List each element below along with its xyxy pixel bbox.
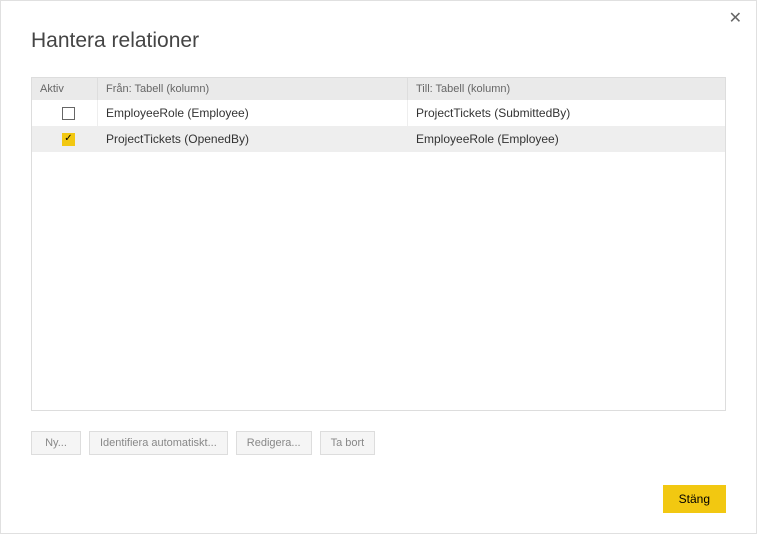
table-body: EmployeeRole (Employee)ProjectTickets (S… [32, 100, 725, 410]
header-active: Aktiv [32, 78, 98, 100]
cell-from: ProjectTickets (OpenedBy) [98, 126, 408, 152]
active-checkbox[interactable]: ✓ [62, 133, 75, 146]
close-button[interactable]: Stäng [663, 485, 726, 513]
cell-active: ✓ [32, 126, 98, 152]
cell-from: EmployeeRole (Employee) [98, 100, 408, 126]
action-buttons: Ny... Identifiera automatiskt... Rediger… [31, 431, 726, 455]
dialog-footer: Stäng [31, 485, 726, 513]
cell-to: ProjectTickets (SubmittedBy) [408, 100, 725, 126]
header-from: Från: Tabell (kolumn) [98, 78, 408, 100]
table-row[interactable]: EmployeeRole (Employee)ProjectTickets (S… [32, 100, 725, 126]
edit-button[interactable]: Redigera... [236, 431, 312, 455]
autodetect-button[interactable]: Identifiera automatiskt... [89, 431, 228, 455]
dialog-title: Hantera relationer [31, 29, 726, 53]
cell-to: EmployeeRole (Employee) [408, 126, 725, 152]
cell-active [32, 100, 98, 126]
active-checkbox[interactable] [62, 107, 75, 120]
table-header: Aktiv Från: Tabell (kolumn) Till: Tabell… [32, 78, 725, 100]
header-to: Till: Tabell (kolumn) [408, 78, 725, 100]
close-icon[interactable]: ✕ [729, 11, 742, 27]
new-button[interactable]: Ny... [31, 431, 81, 455]
relationships-table: Aktiv Från: Tabell (kolumn) Till: Tabell… [31, 77, 726, 411]
delete-button[interactable]: Ta bort [320, 431, 376, 455]
table-row[interactable]: ✓ ProjectTickets (OpenedBy)EmployeeRole (… [32, 126, 725, 152]
manage-relationships-dialog: Hantera relationer Aktiv Från: Tabell (k… [1, 1, 756, 533]
